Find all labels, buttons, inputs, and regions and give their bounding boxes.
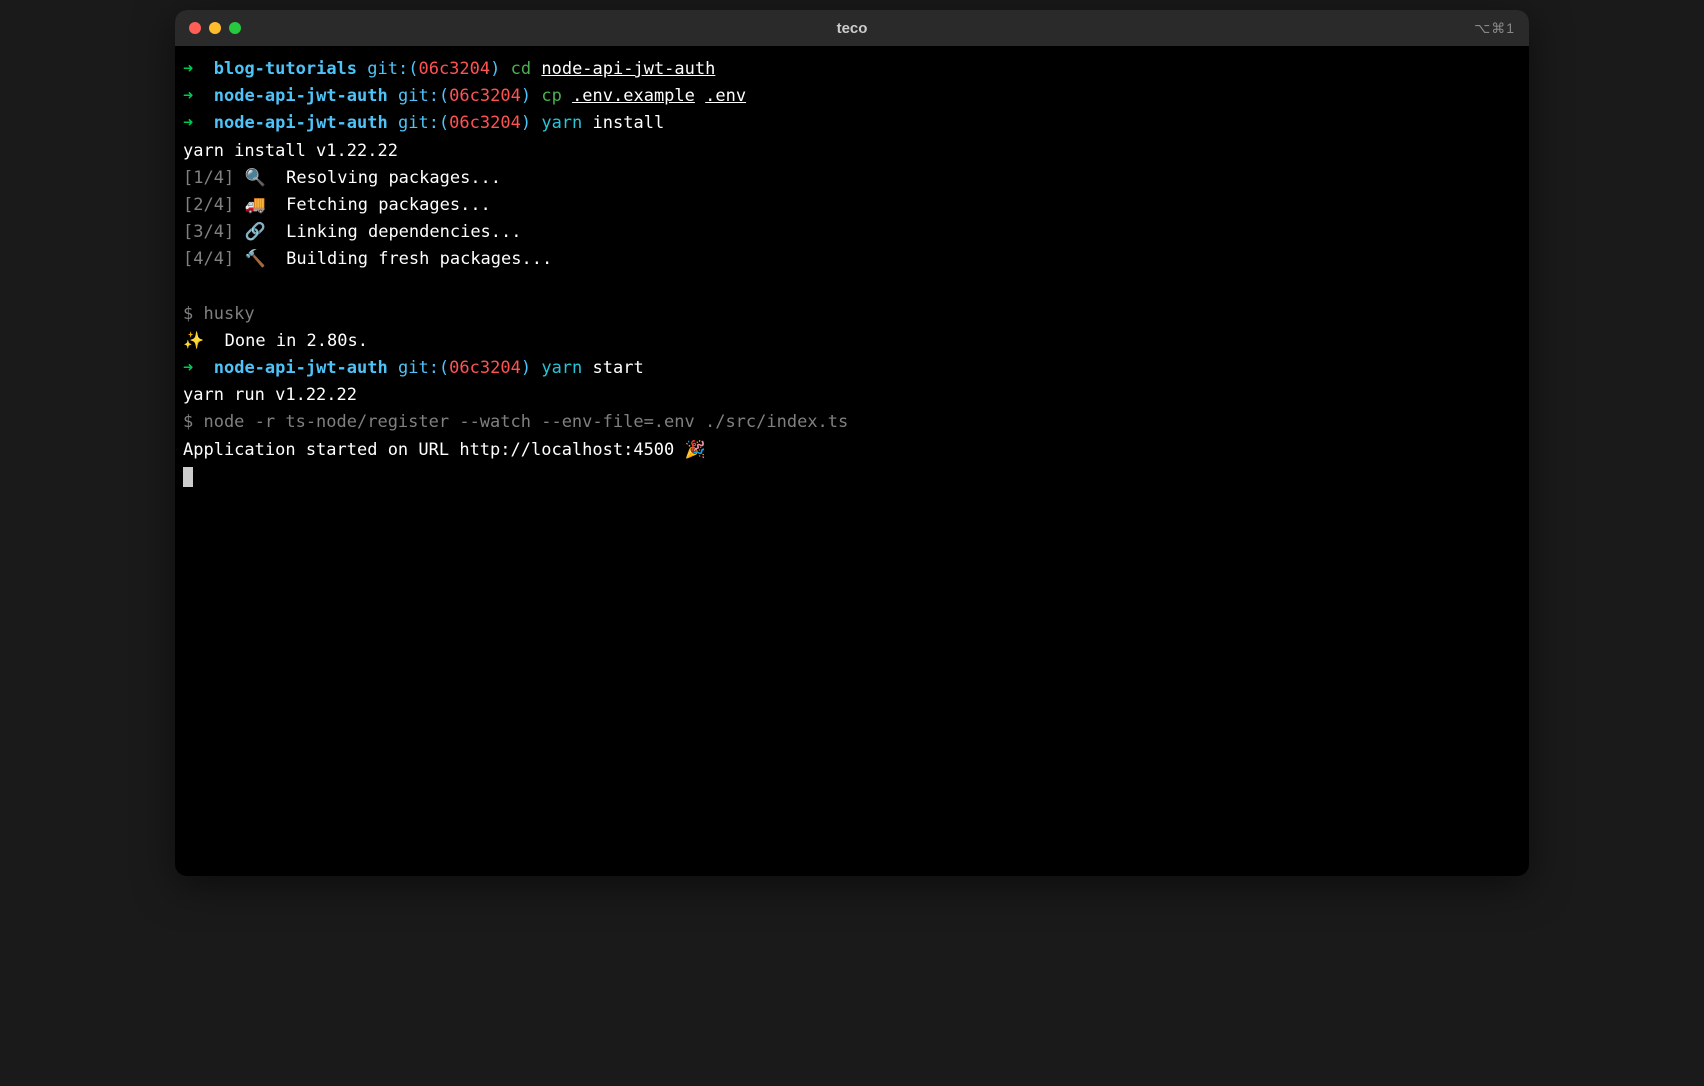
- command-arg: install: [593, 113, 665, 133]
- titlebar: teco ⌥⌘1: [175, 10, 1529, 46]
- link-icon: 🔗: [244, 222, 265, 242]
- prompt-line: ➜ node-api-jwt-auth git:(06c3204) yarn s…: [183, 355, 1521, 382]
- git-label: git:(: [367, 59, 418, 79]
- git-close: ): [521, 358, 531, 378]
- git-hash: 06c3204: [418, 59, 490, 79]
- cursor-icon: [183, 467, 193, 487]
- git-label: git:(: [398, 358, 449, 378]
- directory-name: node-api-jwt-auth: [214, 86, 388, 106]
- prompt-arrow: ➜: [183, 113, 193, 133]
- output-line: $ husky: [183, 301, 1521, 328]
- prompt-arrow: ➜: [183, 86, 193, 106]
- prompt-arrow: ➜: [183, 358, 193, 378]
- directory-name: blog-tutorials: [214, 59, 357, 79]
- done-text: Done in 2.80s.: [225, 331, 368, 351]
- cursor-line: [183, 464, 1521, 491]
- prompt-line: ➜ node-api-jwt-auth git:(06c3204) cp .en…: [183, 83, 1521, 110]
- directory-name: node-api-jwt-auth: [214, 113, 388, 133]
- command-arg: .env.example: [572, 86, 695, 106]
- output-line: Application started on URL http://localh…: [183, 437, 1521, 464]
- command-arg: .env: [705, 86, 746, 106]
- command-arg: start: [593, 358, 644, 378]
- command: cd: [511, 59, 531, 79]
- output-line: ✨ Done in 2.80s.: [183, 328, 1521, 355]
- command: yarn: [541, 358, 582, 378]
- prompt-line: ➜ blog-tutorials git:(06c3204) cd node-a…: [183, 56, 1521, 83]
- git-label: git:(: [398, 86, 449, 106]
- prompt-arrow: ➜: [183, 59, 193, 79]
- magnify-icon: 🔍: [244, 168, 265, 188]
- directory-name: node-api-jwt-auth: [214, 358, 388, 378]
- close-icon[interactable]: [189, 22, 201, 34]
- terminal-window: teco ⌥⌘1 ➜ blog-tutorials git:(06c3204) …: [175, 10, 1529, 876]
- window-title: teco: [837, 20, 868, 37]
- git-hash: 06c3204: [449, 358, 521, 378]
- output-line: [3/4] 🔗 Linking dependencies...: [183, 219, 1521, 246]
- git-close: ): [490, 59, 500, 79]
- maximize-icon[interactable]: [229, 22, 241, 34]
- truck-icon: 🚚: [244, 195, 265, 215]
- hammer-icon: 🔨: [244, 249, 265, 269]
- output-line: [4/4] 🔨 Building fresh packages...: [183, 246, 1521, 273]
- step-text: Resolving packages...: [286, 168, 501, 188]
- step-text: Fetching packages...: [286, 195, 491, 215]
- output-line: yarn run v1.22.22: [183, 382, 1521, 409]
- git-label: git:(: [398, 113, 449, 133]
- sparkles-icon: ✨: [183, 331, 204, 351]
- output-line: $ node -r ts-node/register --watch --env…: [183, 409, 1521, 436]
- git-close: ): [521, 86, 531, 106]
- step-number: [2/4]: [183, 195, 234, 215]
- terminal-content[interactable]: ➜ blog-tutorials git:(06c3204) cd node-a…: [175, 46, 1529, 876]
- git-close: ): [521, 113, 531, 133]
- git-hash: 06c3204: [449, 86, 521, 106]
- command: yarn: [541, 113, 582, 133]
- step-text: Building fresh packages...: [286, 249, 552, 269]
- output-line: yarn install v1.22.22: [183, 138, 1521, 165]
- step-number: [4/4]: [183, 249, 234, 269]
- minimize-icon[interactable]: [209, 22, 221, 34]
- output-line: [1/4] 🔍 Resolving packages...: [183, 165, 1521, 192]
- output-line: [2/4] 🚚 Fetching packages...: [183, 192, 1521, 219]
- shortcut-hint: ⌥⌘1: [1474, 20, 1515, 37]
- traffic-lights: [189, 22, 241, 34]
- prompt-line: ➜ node-api-jwt-auth git:(06c3204) yarn i…: [183, 110, 1521, 137]
- step-number: [3/4]: [183, 222, 234, 242]
- git-hash: 06c3204: [449, 113, 521, 133]
- step-number: [1/4]: [183, 168, 234, 188]
- command-arg: node-api-jwt-auth: [541, 59, 715, 79]
- command: cp: [541, 86, 561, 106]
- blank-line: [183, 274, 1521, 301]
- step-text: Linking dependencies...: [286, 222, 521, 242]
